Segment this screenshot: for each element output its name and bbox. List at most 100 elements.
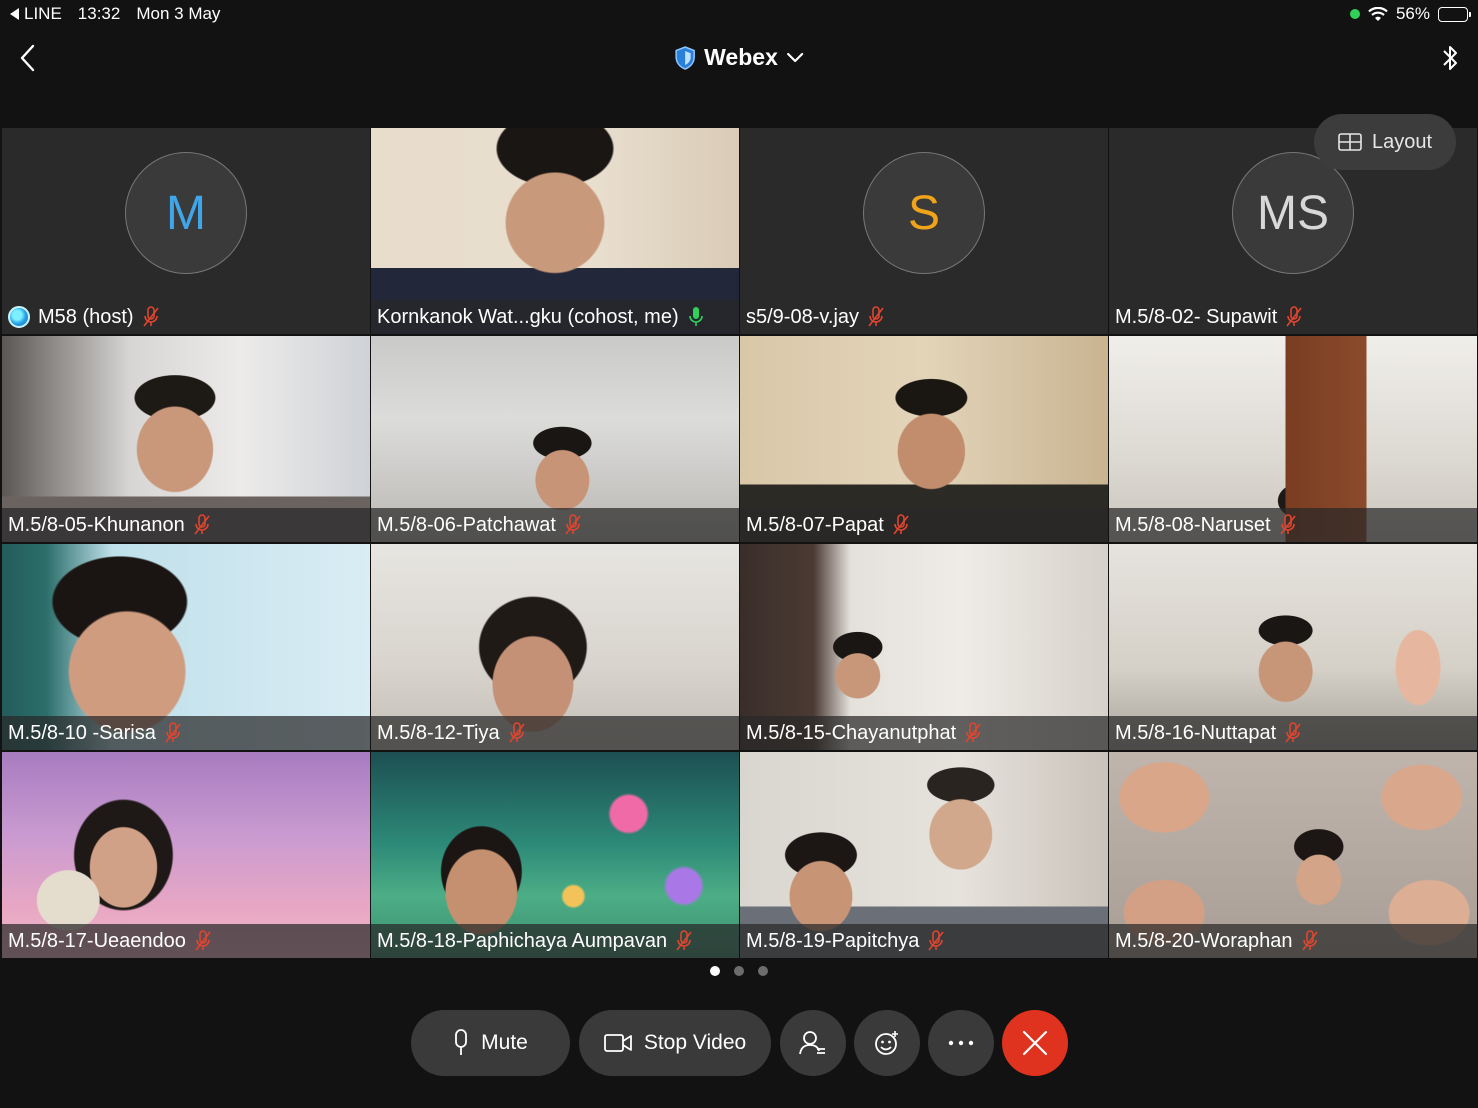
participant-caption: M.5/8-16-Nuttapat (1109, 716, 1477, 750)
more-icon (948, 1040, 974, 1046)
page-dot[interactable] (758, 966, 768, 976)
mic-muted-icon (509, 722, 525, 743)
participants-button[interactable] (780, 1010, 846, 1076)
participant-tile[interactable]: S s5/9-08-v.jay (740, 128, 1108, 334)
participant-name: s5/9-08-v.jay (746, 305, 860, 328)
participant-tile[interactable]: M.5/8-15-Chayanutphat (740, 544, 1108, 750)
bluetooth-icon[interactable] (1438, 40, 1462, 76)
participant-caption: M.5/8-05-Khunanon (2, 508, 370, 542)
participants-icon (799, 1031, 825, 1055)
participant-tile[interactable]: M.5/8-10 -Sarisa (2, 544, 370, 750)
page-dot[interactable] (734, 966, 744, 976)
mic-muted-icon (142, 306, 159, 327)
participant-tile[interactable]: M.5/8-20-Woraphan (1109, 752, 1477, 958)
mic-muted-icon (195, 930, 211, 951)
participant-tile[interactable]: M.5/8-06-Patchawat (371, 336, 739, 542)
mic-muted-icon (565, 514, 581, 535)
participant-name: M.5/8-12-Tiya (377, 721, 500, 744)
back-chevron-icon[interactable] (14, 40, 44, 76)
mic-active-icon (688, 307, 703, 326)
participant-tile[interactable]: M M58 (host) (2, 128, 370, 334)
participant-tile[interactable]: M.5/8-18-Paphichaya Aumpavan (371, 752, 739, 958)
end-call-icon (1022, 1030, 1048, 1056)
mic-muted-icon (893, 514, 909, 535)
participant-name: M.5/8-02- Supawit (1115, 305, 1278, 328)
participant-tile[interactable]: M.5/8-19-Papitchya (740, 752, 1108, 958)
participant-tile[interactable]: Kornkanok Wat...gku (cohost, me) (371, 128, 739, 334)
meeting-title-dropdown[interactable]: Webex (674, 44, 804, 71)
participant-name: M58 (host) (38, 305, 134, 328)
shield-icon (675, 45, 695, 70)
participant-caption: M.5/8-18-Paphichaya Aumpavan (371, 924, 739, 958)
participant-tile[interactable]: M.5/8-17-Ueaendoo (2, 752, 370, 958)
avatar: S (863, 152, 985, 274)
participant-name: M.5/8-16-Nuttapat (1115, 721, 1277, 744)
back-to-app[interactable]: LINE (10, 4, 62, 24)
stop-video-label: Stop Video (643, 1031, 747, 1054)
participant-name: M.5/8-05-Khunanon (8, 513, 185, 536)
video-grid: M M58 (host) Kornkanok Wat...gku (cohost… (0, 126, 1478, 958)
microphone-icon (455, 1029, 468, 1055)
mic-muted-icon (928, 930, 945, 951)
participant-caption: M.5/8-06-Patchawat (371, 508, 739, 542)
participant-caption: M.5/8-07-Papat (740, 508, 1108, 542)
mute-button[interactable]: Mute (411, 1010, 570, 1076)
mic-muted-icon (194, 514, 210, 535)
battery-percent: 56% (1395, 4, 1430, 23)
participant-tile[interactable]: M.5/8-12-Tiya (371, 544, 739, 750)
mic-muted-icon (1285, 722, 1301, 743)
participant-caption: Kornkanok Wat...gku (cohost, me) (371, 300, 739, 334)
reactions-icon (875, 1031, 898, 1055)
status-date: Mon 3 May (136, 4, 221, 23)
participant-name: M.5/8-19-Papitchya (746, 929, 920, 952)
participant-caption: M58 (host) (2, 300, 370, 334)
participant-caption: M.5/8-19-Papitchya (740, 924, 1108, 958)
participant-name: M.5/8-06-Patchawat (377, 513, 556, 536)
participant-caption: M.5/8-17-Ueaendoo (2, 924, 370, 958)
back-app-label: LINE (24, 4, 62, 23)
mute-label: Mute (481, 1031, 528, 1054)
end-call-button[interactable] (1002, 1010, 1068, 1076)
back-triangle-icon (10, 8, 19, 20)
status-bar: LINE 13:32 Mon 3 May 56% (0, 0, 1478, 28)
status-time: 13:32 (77, 4, 121, 23)
layout-button[interactable]: Layout (1314, 114, 1456, 170)
avatar-initials: M (166, 186, 206, 240)
participant-name: M.5/8-10 -Sarisa (8, 721, 156, 744)
mic-muted-icon (1301, 930, 1318, 951)
meeting-header: Webex (0, 36, 1478, 82)
participant-caption: M.5/8-02- Supawit (1109, 300, 1477, 334)
participant-caption: M.5/8-10 -Sarisa (2, 716, 370, 750)
participant-name: M.5/8-08-Naruset (1115, 513, 1271, 536)
avatar-initials: MS (1257, 186, 1329, 240)
more-options-button[interactable] (928, 1010, 994, 1076)
mic-muted-icon (868, 306, 884, 327)
mic-muted-icon (165, 722, 181, 743)
participant-tile[interactable]: M.5/8-16-Nuttapat (1109, 544, 1477, 750)
battery-icon (1438, 6, 1471, 22)
host-badge-icon (8, 306, 30, 328)
participant-caption: s5/9-08-v.jay (740, 300, 1108, 334)
meeting-controls: Mute Stop Video (0, 1010, 1478, 1076)
page-dot[interactable] (710, 966, 720, 976)
wifi-icon (1368, 6, 1388, 21)
participant-tile[interactable]: M.5/8-05-Khunanon (2, 336, 370, 542)
participant-caption: M.5/8-12-Tiya (371, 716, 739, 750)
mic-muted-icon (1279, 514, 1296, 535)
participant-name: M.5/8-20-Woraphan (1115, 929, 1293, 952)
mic-muted-icon (965, 722, 981, 743)
participant-tile[interactable]: M.5/8-08-Naruset (1109, 336, 1477, 542)
stop-video-button[interactable]: Stop Video (579, 1010, 771, 1076)
reactions-button[interactable] (854, 1010, 920, 1076)
page-indicator[interactable] (710, 966, 768, 976)
camera-in-use-indicator (1349, 9, 1360, 19)
mic-muted-icon (676, 930, 692, 951)
participant-tile[interactable]: M.5/8-07-Papat (740, 336, 1108, 542)
meeting-title: Webex (704, 44, 778, 70)
participant-name: M.5/8-18-Paphichaya Aumpavan (377, 929, 668, 952)
chevron-down-icon (786, 52, 803, 62)
participant-name: M.5/8-17-Ueaendoo (8, 929, 186, 952)
video-camera-icon (603, 1034, 632, 1052)
grid-layout-icon (1338, 133, 1362, 151)
avatar: M (125, 152, 247, 274)
